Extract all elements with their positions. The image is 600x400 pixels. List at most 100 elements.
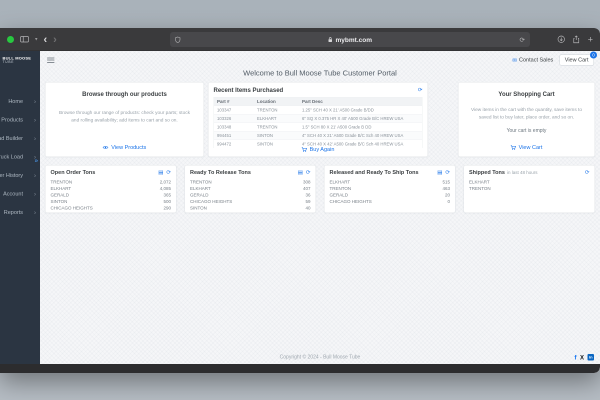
logo-line2: TUBE — [2, 60, 15, 65]
column-header: Part # — [217, 99, 230, 104]
social-links: f X in — [574, 354, 594, 362]
refresh-icon[interactable]: ⟳ — [585, 170, 590, 176]
refresh-icon[interactable]: ⟳ — [306, 170, 311, 176]
sidebar-item-reports[interactable]: Reports › — [0, 203, 40, 222]
stat-card-header: Released and Ready To Ship Tons ▤ ⟳ — [330, 170, 451, 176]
linkedin-icon[interactable]: in — [587, 354, 594, 361]
menu-toggle-icon[interactable] — [47, 56, 55, 64]
stat-row-label: TRENTON — [469, 185, 491, 191]
share-icon[interactable] — [573, 35, 580, 43]
address-bar[interactable]: mybmt.com ⟳ — [170, 32, 530, 47]
chevron-right-icon: › — [34, 116, 36, 124]
column-header: Location — [257, 99, 276, 104]
stat-card-1: Ready To Release Tons ▤ ⟳ TRENTON 308 ELKHART… — [184, 165, 316, 213]
view-cart-button[interactable]: View Cart 0 — [559, 51, 597, 66]
browser-chrome: ▾ ‹ › mybmt.com ⟳ + — [0, 28, 600, 51]
downloads-icon[interactable] — [557, 35, 566, 44]
chart-icon[interactable]: ▤ — [298, 170, 303, 176]
sidebar-item-load-builder[interactable]: Load Builder› — [0, 129, 40, 148]
stat-card-title: Shipped Tons — [469, 169, 505, 176]
shopping-cart-card: Your Shopping Cart View items in the car… — [458, 82, 595, 157]
table-cell: SINTON — [257, 133, 273, 138]
view-products-link[interactable]: View Products — [46, 145, 204, 151]
recent-items-card: Recent Items Purchased ⟳ Part # Location… — [208, 82, 428, 157]
stat-row-value: 407 — [302, 185, 311, 191]
stat-row-value: 36 — [305, 192, 311, 198]
stat-row-label: GERALD — [190, 192, 209, 198]
contact-sales-label: Contact Sales — [519, 57, 554, 63]
portal-page: BULL MOOSE TUBE Home›Products›Load Build… — [0, 51, 600, 364]
stat-row-value: 290 — [163, 205, 171, 211]
table-row[interactable]: 103326 ELKHART 6" SQ X 0.375 HR X 40' A500… — [214, 114, 422, 123]
x-twitter-icon[interactable]: X — [580, 354, 584, 361]
card-title: Recent Items Purchased — [213, 86, 284, 94]
stat-card-header: Shipped Tons in last 48 hours ⟳ — [469, 170, 590, 176]
eye-icon — [102, 146, 109, 150]
recent-items-table: Part # Location Part Desc 103347 TRENTON 1… — [213, 97, 423, 149]
chart-icon[interactable]: ▤ — [158, 170, 163, 176]
contact-sales-link[interactable]: ✉ Contact Sales — [512, 57, 554, 64]
table-cell: 4" SCH 40 X 21' A500 Grade B/C Sch 40 HR… — [302, 133, 404, 138]
summary-cards-row: Browse through our products Browse throu… — [45, 82, 595, 157]
table-cell: TRENTON — [257, 107, 278, 113]
sidebar: BULL MOOSE TUBE Home›Products›Load Build… — [0, 51, 40, 364]
back-button[interactable]: ‹ — [44, 33, 48, 46]
view-cart-link[interactable]: View Cart — [459, 145, 595, 151]
sidebar-expand-icon[interactable]: » — [35, 157, 38, 164]
cart-count-badge: 0 — [590, 51, 597, 59]
stat-row: TRENTON — [469, 185, 590, 192]
cart-icon — [510, 145, 517, 150]
stat-card-title: Open Order Tons — [50, 169, 96, 176]
stat-row-label: TRENTON — [190, 179, 212, 185]
new-tab-icon[interactable]: + — [588, 35, 593, 44]
table-row[interactable]: 103347 TRENTON 1.25" SCH 40 X 21' A500 Gra… — [214, 105, 422, 115]
table-cell: ELKHART — [257, 116, 277, 121]
refresh-icon[interactable]: ⟳ — [445, 170, 450, 176]
recent-items-tbody: 103347 TRENTON 1.25" SCH 40 X 21' A500 Gra… — [214, 105, 422, 149]
table-cell: 994451 — [217, 133, 232, 138]
view-products-label: View Products — [111, 144, 147, 151]
sidebar-item-products[interactable]: Products › — [0, 111, 40, 130]
stat-card-header: Open Order Tons ▤ ⟳ — [51, 170, 172, 176]
stat-row-value: 20 — [444, 192, 450, 198]
stat-rows: ELKHART TRENTON — [469, 179, 590, 192]
card-description: Browse through our range of products: ch… — [59, 110, 190, 123]
lock-icon — [328, 36, 333, 43]
chevron-right-icon: › — [34, 97, 36, 105]
table-header: Part # Location Part Desc — [214, 97, 422, 106]
stat-card-header: Ready To Release Tons ▤ ⟳ — [190, 170, 311, 176]
stat-row-label: CHICAGO HEIGHTS — [329, 198, 372, 204]
browse-products-card: Browse through our products Browse throu… — [45, 82, 204, 157]
refresh-icon[interactable]: ⟳ — [418, 87, 423, 93]
chevron-down-icon[interactable]: ▾ — [35, 37, 38, 43]
buy-again-link[interactable]: Buy Again — [209, 147, 428, 153]
traffic-light-green[interactable] — [7, 35, 14, 43]
stat-row-value: 40 — [305, 205, 311, 211]
refresh-icon[interactable]: ⟳ — [166, 170, 171, 176]
stat-rows: TRENTON 308 ELKHART 407 GERALD 36 CHICAGO HEIG… — [190, 179, 311, 212]
sidebar-toggle-icon[interactable] — [20, 36, 29, 43]
stat-row: CHICAGO HEIGHTS 290 — [51, 205, 172, 212]
stat-card-icons: ⟳ — [585, 170, 590, 176]
stat-card-icons: ▤ ⟳ — [437, 170, 450, 176]
table-row[interactable]: 994451 SINTON 4" SCH 40 X 21' A500 Grade B… — [214, 131, 422, 140]
stat-row-value: 515 — [442, 179, 450, 185]
forward-button[interactable]: › — [53, 33, 57, 46]
table-cell: TRENTON — [257, 124, 278, 130]
stat-card-subtitle: in last 48 hours — [506, 170, 538, 175]
stat-row-label: ELKHART — [469, 179, 490, 185]
stat-card-icons: ▤ ⟳ — [298, 170, 311, 176]
table-cell: 103348 — [217, 124, 232, 130]
sidebar-item-order-history[interactable]: Order History› — [0, 166, 40, 185]
sidebar-item-account[interactable]: Account › — [0, 185, 40, 204]
cart-icon — [301, 147, 308, 152]
facebook-icon[interactable]: f — [574, 354, 576, 362]
table-row[interactable]: 103348 TRENTON 1.5" SCH 80 X 21' A500 Grad… — [214, 122, 422, 132]
stat-rows: TRENTON 2,072 ELKHART 4,085 GERALD 365 SINTON 5… — [51, 179, 172, 212]
chart-icon[interactable]: ▤ — [437, 170, 442, 176]
sidebar-item-home[interactable]: Home › — [0, 92, 40, 111]
page-title: Welcome to Bull Moose Tube Customer Port… — [243, 69, 397, 78]
envelope-icon: ✉ — [512, 57, 518, 64]
stat-row-label: GERALD — [50, 192, 70, 198]
main-content: ✉ Contact Sales View Cart 0 Welcome to B… — [40, 51, 600, 364]
